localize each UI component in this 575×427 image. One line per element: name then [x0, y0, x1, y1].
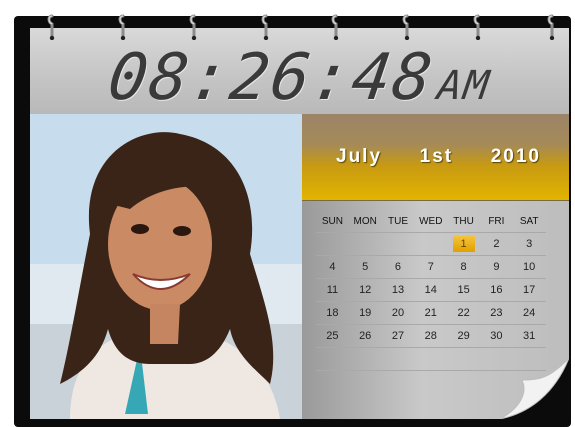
day-cell[interactable]: 27 [382, 330, 415, 342]
day-number: 27 [391, 330, 405, 342]
day-cell[interactable]: 26 [349, 330, 382, 342]
binder-ring-icon [260, 14, 270, 40]
day-number: 10 [523, 261, 536, 273]
day-cell[interactable]: 19 [349, 307, 382, 319]
day-cell[interactable]: 8 [447, 261, 480, 273]
day-number: 28 [424, 330, 437, 342]
day-number: 30 [490, 330, 503, 342]
day-cell[interactable]: 12 [349, 284, 382, 296]
digital-clock: 08:26:48 AM [30, 40, 569, 115]
day-number: 13 [391, 284, 405, 296]
day-cell[interactable]: 30 [480, 330, 513, 342]
week-row: 11 12 13 14 15 16 17 [316, 279, 546, 302]
day-number: 6 [394, 261, 402, 273]
day-number: 5 [362, 261, 369, 273]
day-cell[interactable]: 2 [480, 238, 513, 250]
binder-ring-icon [472, 14, 482, 40]
day-cell[interactable]: 18 [316, 307, 349, 319]
day-cell[interactable]: 17 [513, 284, 546, 296]
day-number: 18 [326, 307, 339, 319]
weekday-label: MON [353, 215, 377, 227]
portrait-photo-icon [30, 114, 302, 419]
clock-ampm: AM [434, 63, 493, 109]
week-row: 4 5 6 7 8 9 10 [316, 256, 546, 279]
day-cell[interactable]: 1 [447, 236, 480, 252]
weekday-label: TUE [387, 215, 408, 227]
day-cell[interactable]: 11 [316, 284, 349, 296]
day-number: 25 [326, 330, 339, 342]
day-cell[interactable]: 29 [447, 330, 480, 342]
day-number: 22 [457, 307, 470, 319]
binder-ring-icon [188, 14, 198, 40]
day-number: 4 [329, 261, 336, 273]
month-day: 1st [419, 146, 454, 167]
day-cell[interactable]: 25 [316, 330, 349, 342]
week-row: 18 19 20 21 22 23 24 [316, 302, 546, 325]
weekday-label: THU [453, 215, 474, 227]
weekday-label: WED [419, 215, 443, 227]
binder-ring-icon [117, 14, 127, 40]
day-number: 23 [490, 307, 503, 319]
day-cell[interactable]: 22 [447, 307, 480, 319]
day-number: 29 [457, 330, 470, 342]
weekday-label: SUN [321, 215, 343, 227]
month-name: July [336, 146, 383, 167]
month-year: 2010 [490, 146, 541, 167]
clock-time: 08:26:48 [104, 41, 439, 115]
day-cell[interactable]: 16 [480, 284, 513, 296]
day-cell[interactable]: 14 [414, 284, 447, 296]
binder-ring-icon [401, 14, 411, 40]
day-cell[interactable]: 21 [414, 307, 447, 319]
day-number: 20 [391, 307, 405, 319]
day-cell[interactable]: 23 [480, 307, 513, 319]
day-number: 9 [493, 261, 500, 273]
day-cell[interactable]: 4 [316, 261, 349, 273]
calendar-grid: SUN MON TUE WED THU FRI SAT 1 2 3 4 5 6 7 8 9 10 11 12 13 1… [316, 210, 546, 371]
day-number: 12 [359, 284, 372, 296]
day-number: 14 [424, 284, 437, 296]
week-row: 25 26 27 28 29 30 31 [316, 325, 546, 348]
page-curl-icon[interactable] [500, 358, 569, 419]
weekday-label: SAT [519, 215, 539, 227]
day-number: 15 [457, 284, 470, 296]
week-row: 1 2 3 [316, 233, 546, 256]
day-cell[interactable]: 10 [513, 261, 546, 273]
day-cell[interactable]: 7 [414, 261, 447, 273]
binder-ring-icon [546, 14, 556, 40]
day-number: 11 [326, 284, 339, 296]
day-number: 17 [523, 284, 536, 296]
day-cell[interactable]: 9 [480, 261, 513, 273]
day-cell[interactable]: 15 [447, 284, 480, 296]
binder-ring-icon [46, 14, 56, 40]
day-cell[interactable]: 3 [513, 238, 546, 250]
day-cell[interactable]: 31 [513, 330, 546, 342]
day-number: 21 [424, 307, 437, 319]
day-number: 1 [452, 236, 475, 252]
day-number: 8 [460, 261, 467, 273]
day-cell[interactable]: 13 [382, 284, 415, 296]
day-number: 24 [523, 307, 536, 319]
day-number: 31 [523, 330, 536, 342]
portrait-photo [30, 114, 302, 419]
day-number: 2 [493, 238, 500, 250]
binder-ring-icon [330, 14, 340, 40]
day-cell[interactable]: 5 [349, 261, 382, 273]
day-cell[interactable]: 28 [414, 330, 447, 342]
weekday-header-row: SUN MON TUE WED THU FRI SAT [316, 210, 546, 233]
day-number: 3 [526, 238, 533, 250]
weekday-label: FRI [488, 215, 505, 227]
day-number: 7 [427, 261, 434, 273]
day-cell[interactable]: 24 [513, 307, 546, 319]
month-title: July 1st 2010 [302, 146, 569, 176]
day-number: 26 [359, 330, 372, 342]
day-cell[interactable]: 6 [382, 261, 415, 273]
day-cell[interactable]: 20 [382, 307, 415, 319]
day-number: 16 [490, 284, 503, 296]
day-number: 19 [359, 307, 372, 319]
